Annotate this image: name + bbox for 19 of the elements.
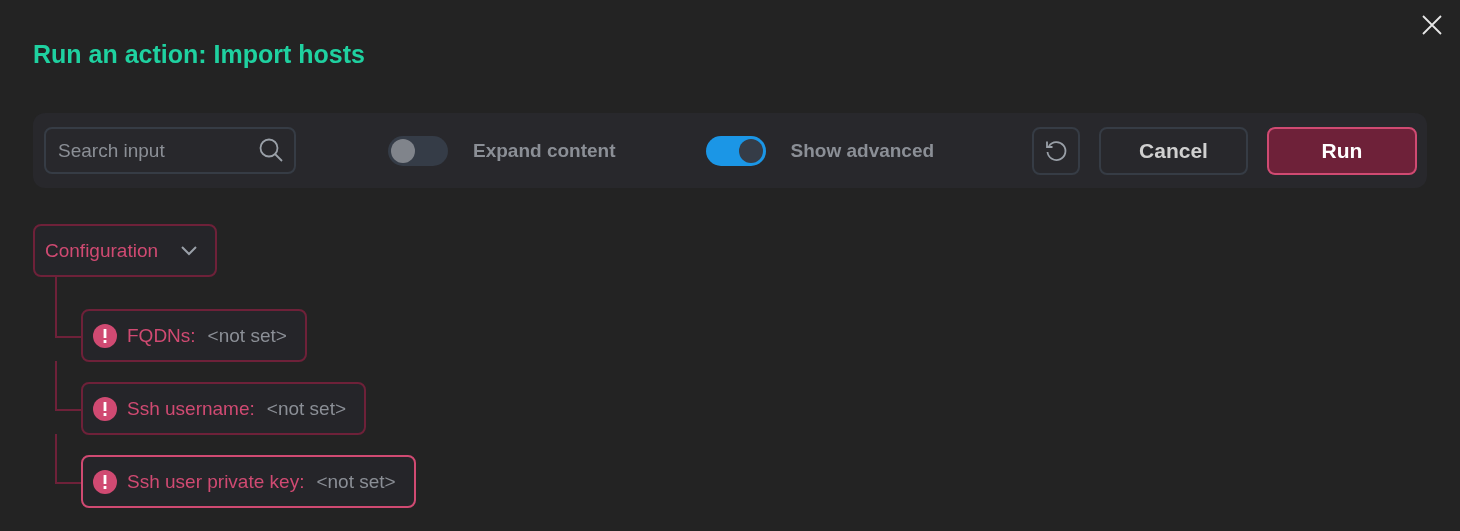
error-icon xyxy=(93,469,117,494)
tree-item[interactable]: Ssh user private key: <not set> xyxy=(81,455,416,508)
dialog-title: Run an action: Import hosts xyxy=(33,39,366,70)
error-icon xyxy=(93,323,117,348)
toggle-switch[interactable] xyxy=(388,135,448,166)
close-icon xyxy=(1421,14,1443,36)
reset-button[interactable] xyxy=(1032,126,1080,175)
error-icon xyxy=(93,396,117,421)
toggle-label: Expand content xyxy=(473,139,616,162)
search-icon xyxy=(258,137,284,163)
cancel-button[interactable]: Cancel xyxy=(1099,126,1248,175)
chevron-icon xyxy=(180,244,199,257)
run-button[interactable]: Run xyxy=(1267,126,1417,175)
toggle-label: Show advanced xyxy=(790,139,935,162)
tree-group[interactable]: Configuration xyxy=(33,224,218,277)
search-field[interactable]: Search input xyxy=(44,127,296,174)
toggle-switch[interactable] xyxy=(705,135,766,166)
tree-item[interactable]: Ssh username: <not set> xyxy=(81,382,367,435)
tree-item[interactable]: FQDNs: <not set> xyxy=(81,309,307,362)
